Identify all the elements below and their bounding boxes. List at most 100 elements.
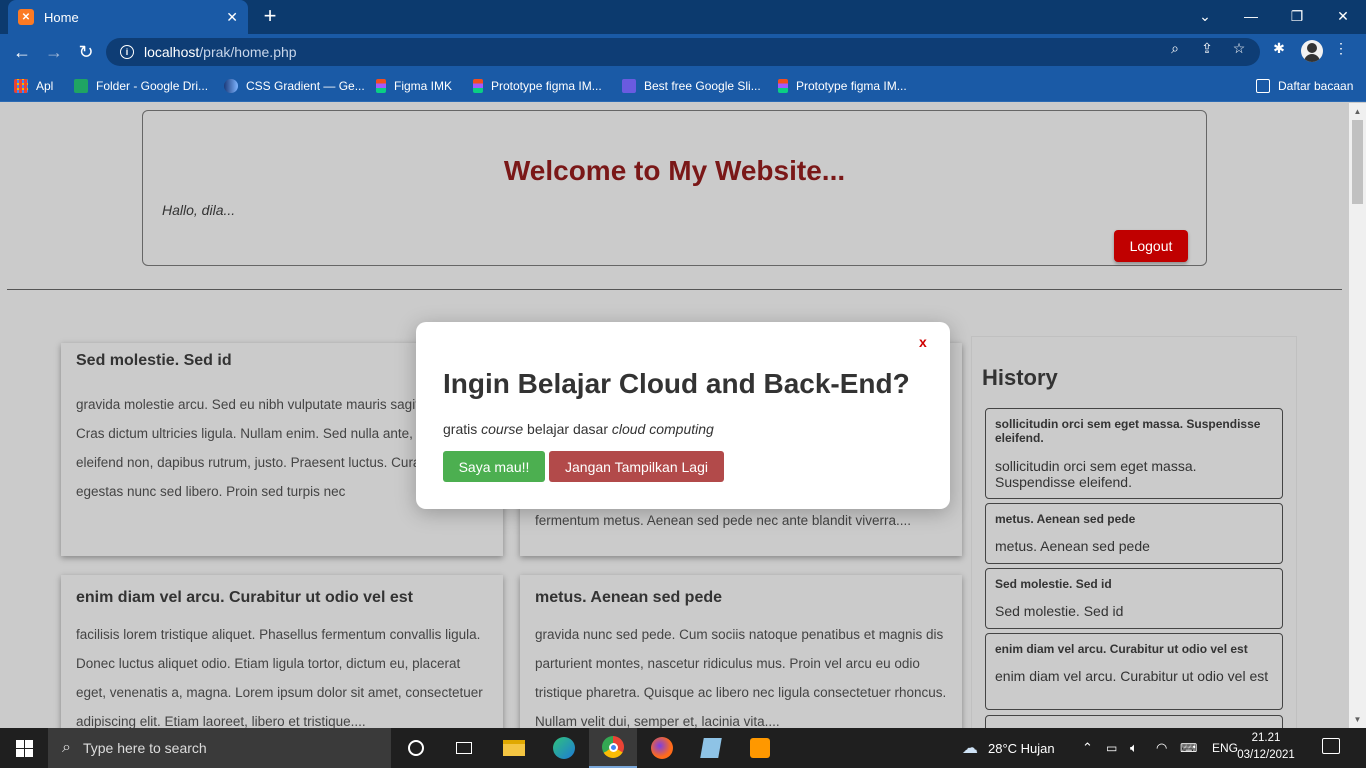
battery-icon[interactable]: ▭ <box>1106 728 1117 768</box>
tab-close-icon[interactable]: ✕ <box>226 9 238 26</box>
accept-button[interactable]: Saya mau!! <box>443 451 545 482</box>
chrome-icon[interactable] <box>589 728 637 768</box>
history-item-text: Sed molestie. Sed id <box>995 603 1124 619</box>
post-body: fermentum metus. Aenean sed pede nec ant… <box>535 513 911 528</box>
search-icon: ⌕ <box>62 739 71 756</box>
browser-toolbar: ← → ↻ i localhost/prak/home.php ⌕ ⇪ ☆ ✱ … <box>0 34 1366 70</box>
notepad-icon[interactable] <box>687 728 735 768</box>
post-card: enim diam vel arcu. Curabitur ut odio ve… <box>61 575 503 728</box>
share-icon[interactable]: ⇪ <box>1198 40 1216 57</box>
google-drive-icon <box>74 79 88 93</box>
reload-icon[interactable]: ↻ <box>74 40 98 64</box>
modal-text: gratis course belajar dasar cloud comput… <box>443 421 714 437</box>
modal-title: Ingin Belajar Cloud and Back-End? <box>443 368 910 399</box>
scroll-up-icon[interactable]: ▲ <box>1349 103 1366 120</box>
apps-grid-icon <box>14 79 28 93</box>
history-item-title: enim diam vel arcu. Curabitur ut odio ve… <box>995 642 1248 656</box>
bookmark-item[interactable]: CSS Gradient — Ge... <box>224 76 365 96</box>
bookmark-label: Best free Google Sli... <box>644 79 761 93</box>
date: 03/12/2021 <box>1237 749 1295 761</box>
promo-modal: x Ingin Belajar Cloud and Back-End? grat… <box>416 322 950 509</box>
file-explorer-icon[interactable] <box>490 728 538 768</box>
divider <box>7 289 1342 290</box>
firefox-icon[interactable] <box>638 728 686 768</box>
tab-search-icon[interactable]: ⌄ <box>1182 0 1228 32</box>
bookmark-item[interactable]: Best free Google Sli... <box>622 76 761 96</box>
header-card: Welcome to My Website... Hallo, dila... … <box>142 110 1207 266</box>
history-item-text: metus. Aenean sed pede <box>995 538 1150 554</box>
address-bar[interactable]: i localhost/prak/home.php <box>106 38 1260 66</box>
scroll-down-icon[interactable]: ▼ <box>1349 711 1366 728</box>
notification-icon[interactable] <box>1322 738 1340 754</box>
bookmark-item[interactable]: Prototype figma IM... <box>778 76 907 96</box>
history-item-text: enim diam vel arcu. Curabitur ut odio ve… <box>995 668 1269 684</box>
profile-avatar[interactable] <box>1301 40 1323 62</box>
history-item-title: sollicitudin orci sem eget massa. Suspen… <box>995 417 1261 445</box>
language-indicator[interactable]: ENG <box>1212 728 1238 768</box>
logout-button[interactable]: Logout <box>1114 230 1188 262</box>
slides-icon <box>622 79 636 93</box>
dont-show-again-button[interactable]: Jangan Tampilkan Lagi <box>549 451 724 482</box>
figma-icon <box>376 79 386 93</box>
back-icon[interactable]: ← <box>10 40 34 64</box>
history-item-title: Sed molestie. Sed id <box>995 577 1112 591</box>
clock[interactable]: 21.21 03/12/2021 <box>1236 730 1296 764</box>
keyboard-icon[interactable]: ⌨ <box>1180 728 1197 768</box>
history-item-text: sollicitudin orci sem eget massa. Suspen… <box>995 458 1197 490</box>
history-item[interactable]: sollicitudin orci sem eget massa. Suspen… <box>985 408 1283 499</box>
new-tab-button[interactable]: + <box>258 4 282 28</box>
wifi-icon[interactable]: ◠ <box>1156 728 1167 768</box>
cortana-icon[interactable] <box>392 728 440 768</box>
bookmarks-bar: Apl Folder - Google Dri... CSS Gradient … <box>0 70 1366 102</box>
bookmark-item[interactable]: Prototype figma IM... <box>473 76 602 96</box>
post-title: Sed molestie. Sed id <box>76 352 232 369</box>
reading-list[interactable]: Daftar bacaan <box>1256 76 1353 96</box>
bookmark-apps[interactable]: Apl <box>14 76 53 96</box>
history-title: History <box>982 365 1058 390</box>
page-title: Welcome to My Website... <box>503 155 846 186</box>
post-card: metus. Aenean sed pede gravida nunc sed … <box>520 575 962 728</box>
bookmark-label: Folder - Google Dri... <box>96 79 209 93</box>
history-panel: History sollicitudin orci sem eget massa… <box>971 336 1297 728</box>
history-item[interactable]: Sed molestie. Sed id Sed molestie. Sed i… <box>985 568 1283 629</box>
minimize-button[interactable]: — <box>1228 0 1274 32</box>
modal-close-button[interactable]: x <box>919 334 927 350</box>
forward-icon[interactable]: → <box>42 40 66 64</box>
figma-icon <box>473 79 483 93</box>
site-info-icon[interactable]: i <box>120 45 134 59</box>
scroll-thumb[interactable] <box>1352 120 1363 204</box>
weather-text: 28°C Hujan <box>988 740 1055 756</box>
tab-title: Home <box>44 9 79 25</box>
zoom-icon[interactable]: ⌕ <box>1166 40 1184 57</box>
browser-tab[interactable]: ✕ Home ✕ <box>8 0 248 34</box>
task-view-icon[interactable] <box>440 728 488 768</box>
weather-cloud-icon: ☁ <box>962 740 978 757</box>
extensions-icon[interactable]: ✱ <box>1270 40 1288 57</box>
volume-icon[interactable]: 🔈︎ <box>1130 728 1138 768</box>
bookmark-label: Prototype figma IM... <box>796 79 907 93</box>
bookmark-item[interactable]: Figma IMK <box>376 76 452 96</box>
css-gradient-icon <box>224 79 238 93</box>
windows-taskbar: ⌕ Type here to search ☁ 28°C Hujan ⌃ ▭ 🔈… <box>0 728 1366 768</box>
sublime-text-icon[interactable] <box>736 728 784 768</box>
edge-icon[interactable] <box>540 728 588 768</box>
windows-logo-icon <box>15 739 33 757</box>
tray-chevron-icon[interactable]: ⌃ <box>1082 728 1093 768</box>
page-scrollbar[interactable]: ▲ ▼ <box>1349 103 1366 728</box>
restore-button[interactable]: ❐ <box>1274 0 1320 32</box>
start-button[interactable] <box>0 728 48 768</box>
history-item-title: metus. Aenean sed pede <box>995 512 1136 526</box>
post-title: metus. Aenean sed pede <box>535 589 723 606</box>
xampp-favicon-icon: ✕ <box>18 9 34 25</box>
bookmark-label: Figma IMK <box>394 79 453 93</box>
bookmark-star-icon[interactable]: ☆ <box>1230 40 1248 57</box>
history-item[interactable]: metus. Aenean sed pede metus. Aenean sed… <box>985 503 1283 564</box>
post-body: gravida nunc sed pede. Cum sociis natoqu… <box>535 627 947 728</box>
menu-icon[interactable]: ⋮ <box>1332 40 1350 57</box>
history-item[interactable]: enim diam vel arcu. Curabitur ut odio ve… <box>985 633 1283 710</box>
taskbar-search[interactable]: ⌕ Type here to search <box>48 728 391 768</box>
history-item[interactable] <box>985 715 1283 728</box>
bookmark-item[interactable]: Folder - Google Dri... <box>74 76 208 96</box>
close-window-button[interactable]: ✕ <box>1320 0 1366 32</box>
weather-widget[interactable]: ☁ 28°C Hujan <box>962 728 1055 768</box>
